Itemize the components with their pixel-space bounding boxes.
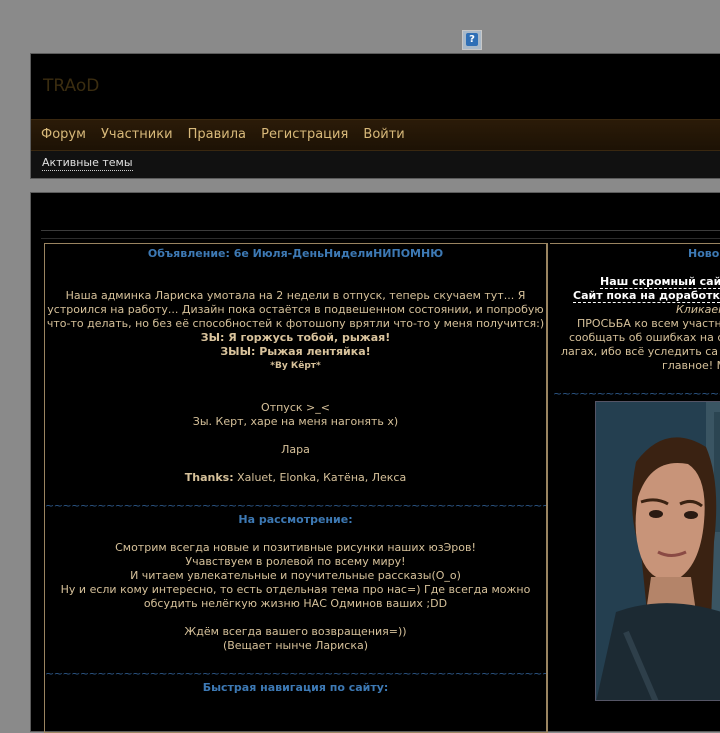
pps-line: ЗЫЫ: Рыжая лентяйка! <box>220 345 371 358</box>
wave-divider: ~~~~~~~~~~~~~~~~~~~~~~~~~~~~~~~~~~~~~~~~… <box>45 667 546 680</box>
announcement-text-line: устроился на работу... Дизайн пока остаё… <box>47 303 544 316</box>
news-text: лагах, ибо всё уследить са <box>561 345 719 358</box>
lara-croft-image <box>595 401 720 701</box>
broken-image-icon: ? <box>462 30 482 50</box>
thanks-line: Thanks: Xaluet, Elonka, Катёна, Лекса <box>45 471 546 485</box>
main-content: Объявление: 6е Июля-ДеньНиделиНИПОМНЮ На… <box>30 192 720 733</box>
announcement-text-line: Наша админка Лариска умотала на 2 недели… <box>65 289 526 302</box>
ps-line: ЗЫ: Я горжусь тобой, рыжая! <box>200 331 391 344</box>
news-link[interactable]: Сайт пока на доработк <box>573 289 720 303</box>
review-text-line: Ну и если кому интересно, то есть отдель… <box>60 583 531 596</box>
signature-lara: Лара <box>281 443 310 456</box>
closing-line: Ждём всегда вашего возвращения=)) <box>184 625 407 638</box>
review-text-line: Учавствуем в ролевой по всему миру! <box>185 555 406 568</box>
nav-members[interactable]: Участники <box>101 120 173 150</box>
closing-line: (Вещает нынче Лариска) <box>222 639 369 652</box>
nav-forum[interactable]: Форум <box>41 120 86 150</box>
announcement-column: Объявление: 6е Июля-ДеньНиделиНИПОМНЮ На… <box>44 243 548 733</box>
author-signature: *By Кёрт* <box>270 361 321 371</box>
review-text-line: обсудить нелёгкую жизню НАС Одминов ваши… <box>143 597 448 610</box>
wave-divider: ~~~~~~~~~~~~~~~~~~~~~~~~~~~~~~~~~~~~~~~~ <box>553 387 720 400</box>
thanks-label: Thanks: <box>184 471 234 484</box>
news-column: Ново Наш скромный сай Сайт пока на дораб… <box>550 243 720 733</box>
review-title: На рассмотрение: <box>238 513 353 526</box>
review-text-line: И читаем увлекательные и поучительные ра… <box>130 569 461 582</box>
site-header: TRAoD Форум Участники Правила Регистраци… <box>30 53 720 179</box>
divider <box>41 238 720 239</box>
news-text: сообщать об ошибках на с <box>569 331 720 344</box>
news-text: Кликаем <box>676 303 720 316</box>
wave-divider: ~~~~~~~~~~~~~~~~~~~~~~~~~~~~~~~~~~~~~~~~… <box>45 499 546 512</box>
reply-line: Зы. Керт, харе на меня нагонять х) <box>192 415 399 428</box>
nav-rules[interactable]: Правила <box>188 120 246 150</box>
announcement-title: Объявление: 6е Июля-ДеньНиделиНИПОМНЮ <box>147 247 444 260</box>
active-topics-link[interactable]: Активные темы <box>42 156 133 171</box>
announcement-text-line: что-то делать, но без её способностей к … <box>46 317 545 330</box>
sub-nav: Активные темы <box>31 151 720 178</box>
main-nav: Форум Участники Правила Регистрация Войт… <box>31 119 720 151</box>
quick-nav-title: Быстрая навигация по сайту: <box>202 681 389 694</box>
nav-login[interactable]: Войти <box>363 120 404 150</box>
nav-register[interactable]: Регистрация <box>261 120 348 150</box>
vacation-line: Отпуск >_< <box>261 401 330 414</box>
review-text-line: Смотрим всегда новые и позитивные рисунк… <box>115 541 476 554</box>
thanks-names: Xaluet, Elonka, Катёна, Лекса <box>233 471 407 484</box>
site-logo[interactable]: TRAoD <box>43 76 99 96</box>
news-link[interactable]: Наш скромный сай <box>600 275 720 289</box>
news-text: ПРОСЬБА ко всем участн <box>577 317 720 330</box>
news-title: Ново <box>688 247 720 260</box>
news-text: главное! М <box>662 359 720 372</box>
divider <box>41 230 720 231</box>
